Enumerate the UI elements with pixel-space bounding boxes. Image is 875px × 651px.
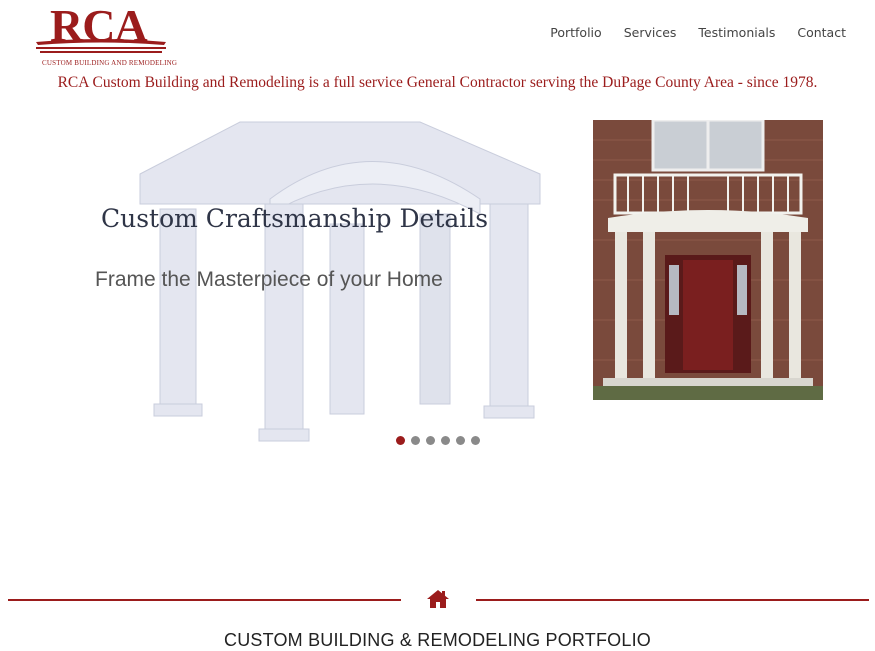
- section-divider-right: [476, 599, 869, 601]
- slider-dot-1[interactable]: [396, 436, 405, 445]
- logo-swoosh-graphic: [36, 39, 166, 53]
- slide-title: Custom Craftsmanship Details: [101, 204, 489, 233]
- main-navigation: Portfolio Services Testimonials Contact: [528, 25, 846, 40]
- home-icon: [427, 590, 449, 608]
- slider-dot-3[interactable]: [426, 436, 435, 445]
- nav-portfolio[interactable]: Portfolio: [550, 25, 601, 40]
- hero-slider[interactable]: Custom Craftsmanship Details Frame the M…: [0, 112, 875, 452]
- slider-pagination: [396, 436, 486, 445]
- company-tagline: RCA Custom Building and Remodeling is a …: [57, 74, 818, 91]
- company-logo[interactable]: RCA CUSTOM BUILDING AND REMODELING: [34, 0, 177, 68]
- slider-dot-4[interactable]: [441, 436, 450, 445]
- house-entrance-photo: [593, 120, 823, 400]
- nav-services[interactable]: Services: [624, 25, 677, 40]
- nav-testimonials[interactable]: Testimonials: [698, 25, 775, 40]
- slide-subtitle: Frame the Masterpiece of your Home: [95, 268, 443, 291]
- slider-dot-5[interactable]: [456, 436, 465, 445]
- section-divider-left: [8, 599, 401, 601]
- slider-dot-6[interactable]: [471, 436, 480, 445]
- nav-contact[interactable]: Contact: [797, 25, 846, 40]
- slider-dot-2[interactable]: [411, 436, 420, 445]
- logo-subtext: CUSTOM BUILDING AND REMODELING: [42, 59, 178, 67]
